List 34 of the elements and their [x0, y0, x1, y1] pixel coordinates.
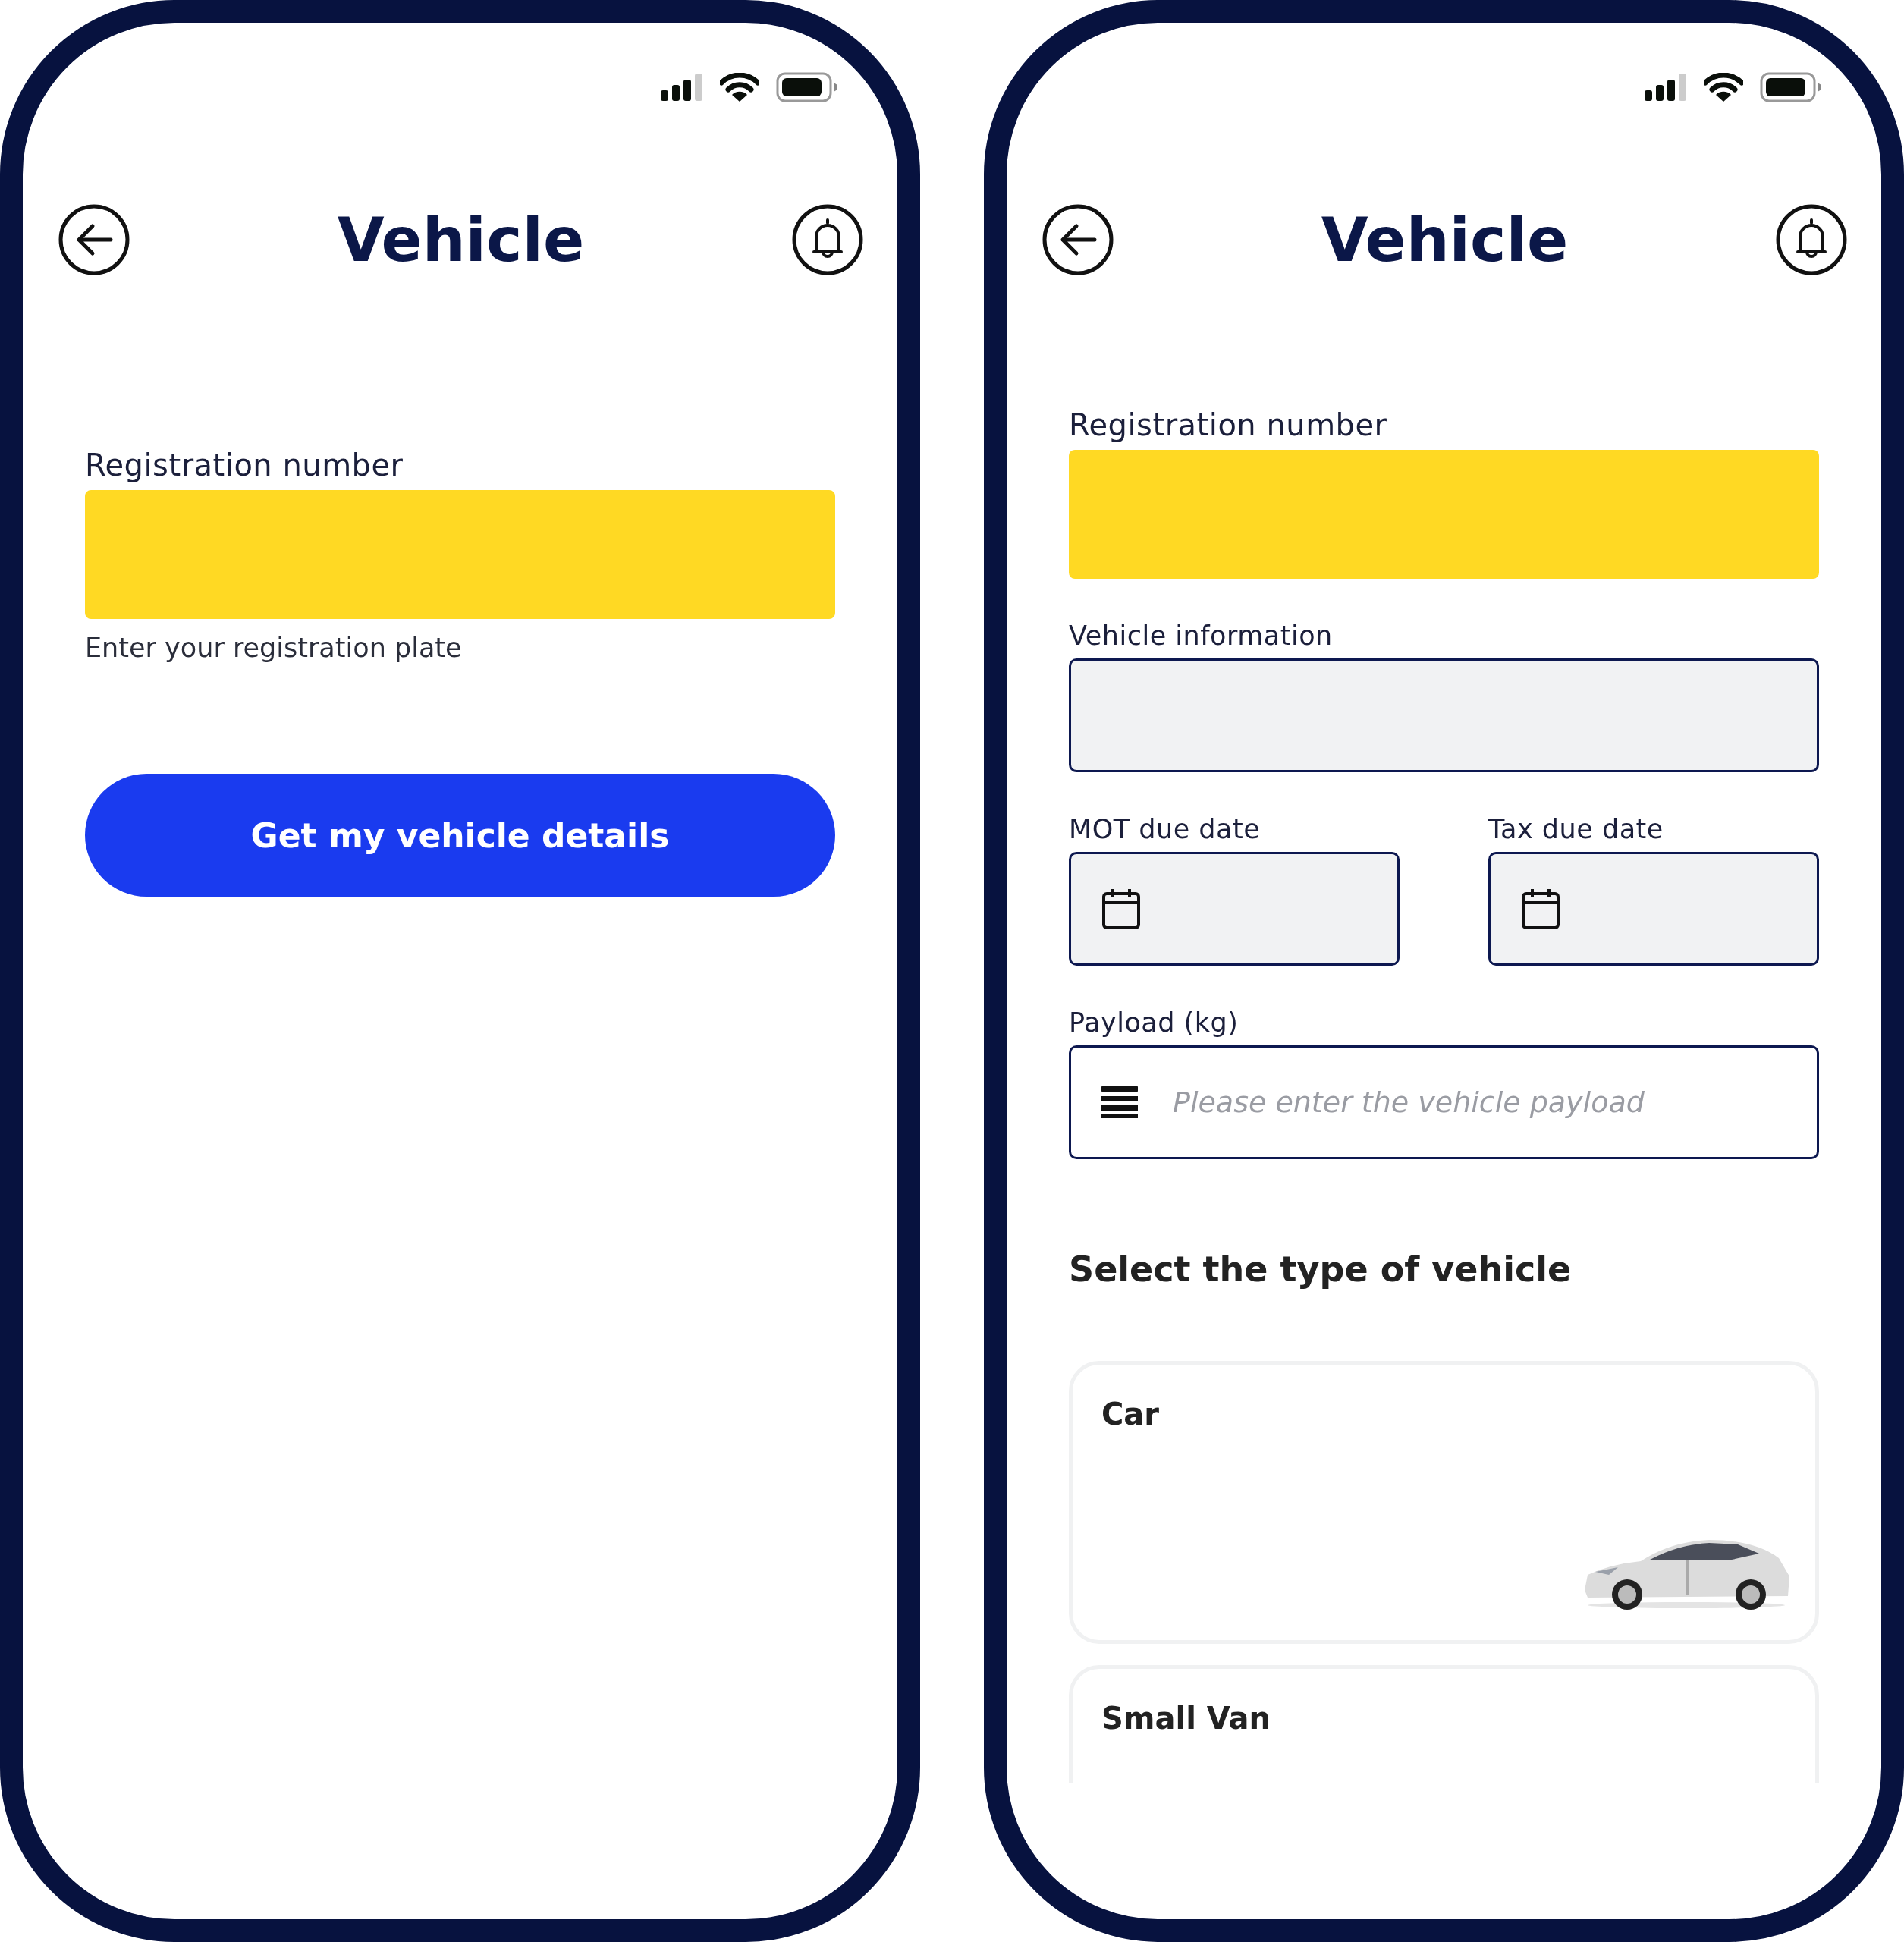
date-field[interactable] [1488, 852, 1819, 966]
calendar-icon [1521, 888, 1560, 930]
vehicle-type-card[interactable]: Small Van [1069, 1665, 1819, 1783]
field-label: MOT due date [1069, 814, 1261, 844]
bell-icon [791, 203, 864, 276]
field-label: Registration number [1069, 407, 1388, 442]
plate-field[interactable] [1069, 450, 1819, 579]
battery-icon [1760, 72, 1822, 102]
back-button[interactable] [1042, 203, 1114, 276]
helper-text: Enter your registration plate [85, 633, 463, 663]
payload-field[interactable]: Please enter the vehicle payload [1069, 1045, 1819, 1159]
plate-field[interactable] [85, 490, 835, 619]
field-label: Vehicle information [1069, 621, 1334, 651]
signal-icon [661, 74, 703, 101]
bell-icon [1775, 203, 1848, 276]
input-field[interactable] [1069, 658, 1819, 772]
get-details-button[interactable]: Get my vehicle details [85, 774, 835, 897]
calendar-icon [1101, 888, 1141, 930]
back-button[interactable] [58, 203, 130, 276]
field-label: Tax due date [1488, 814, 1664, 844]
signal-icon [1645, 74, 1687, 101]
date-field[interactable] [1069, 852, 1400, 966]
wifi-icon [720, 73, 759, 102]
wifi-icon [1704, 73, 1743, 102]
notifications-button[interactable] [1775, 203, 1848, 276]
screen-title: Vehicle [1321, 204, 1569, 275]
vehicle-type-card[interactable]: Car [1069, 1361, 1819, 1644]
lines-icon [1101, 1086, 1138, 1119]
section-title: Select the type of vehicle [1069, 1249, 1573, 1290]
screen-title: Vehicle [337, 204, 585, 275]
battery-icon [776, 72, 838, 102]
field-label: Payload (kg) [1069, 1007, 1239, 1038]
notifications-button[interactable] [791, 203, 864, 276]
field-label: Registration number [85, 448, 404, 482]
